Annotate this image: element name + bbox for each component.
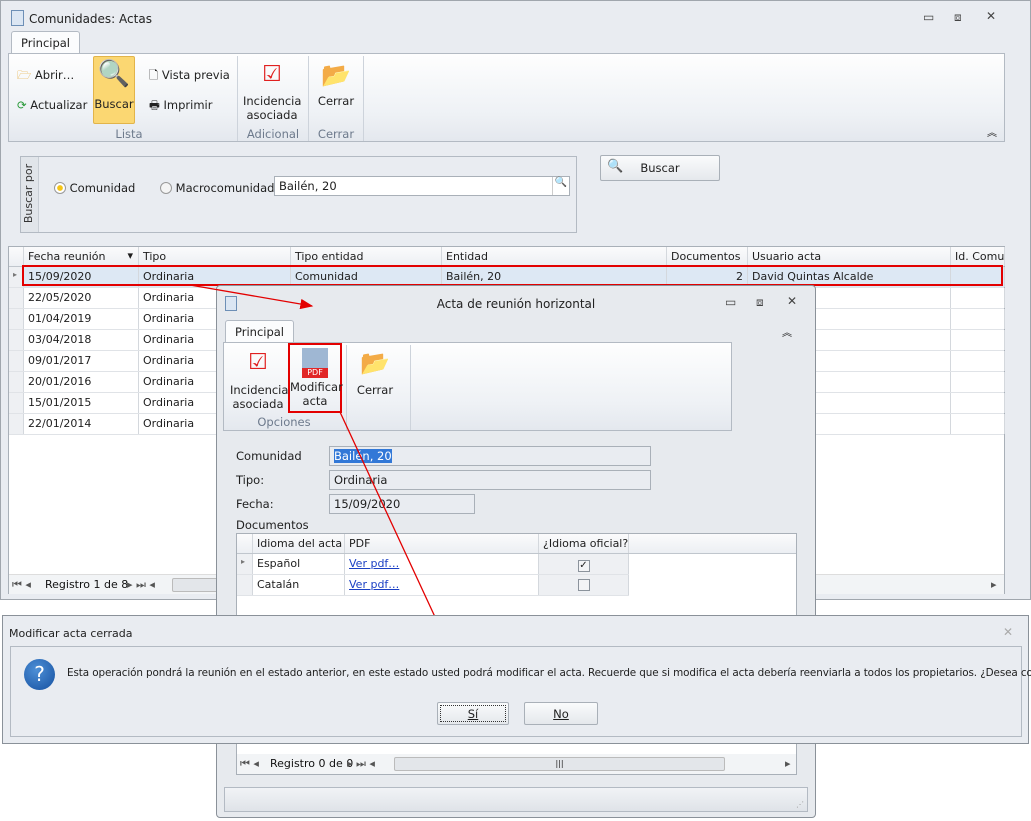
no-label: No bbox=[553, 707, 569, 721]
confirm-message: Esta operación pondrá la reunión en el e… bbox=[67, 667, 1031, 679]
arrow-row-to-dialog bbox=[189, 284, 314, 310]
yes-button[interactable]: Sí bbox=[437, 702, 509, 725]
confirm-close-button[interactable]: ✕ bbox=[1003, 625, 1013, 639]
confirm-dialog: Modificar acta cerrada ✕ ? Esta operació… bbox=[2, 615, 1031, 744]
confirm-title: Modificar acta cerrada bbox=[9, 627, 133, 640]
no-button[interactable]: No bbox=[524, 702, 598, 725]
question-icon: ? bbox=[24, 659, 55, 690]
arrow-button-to-msgbox bbox=[339, 411, 443, 634]
yes-label: Sí bbox=[467, 707, 479, 721]
confirm-body: ? Esta operación pondrá la reunión en el… bbox=[10, 646, 1031, 737]
